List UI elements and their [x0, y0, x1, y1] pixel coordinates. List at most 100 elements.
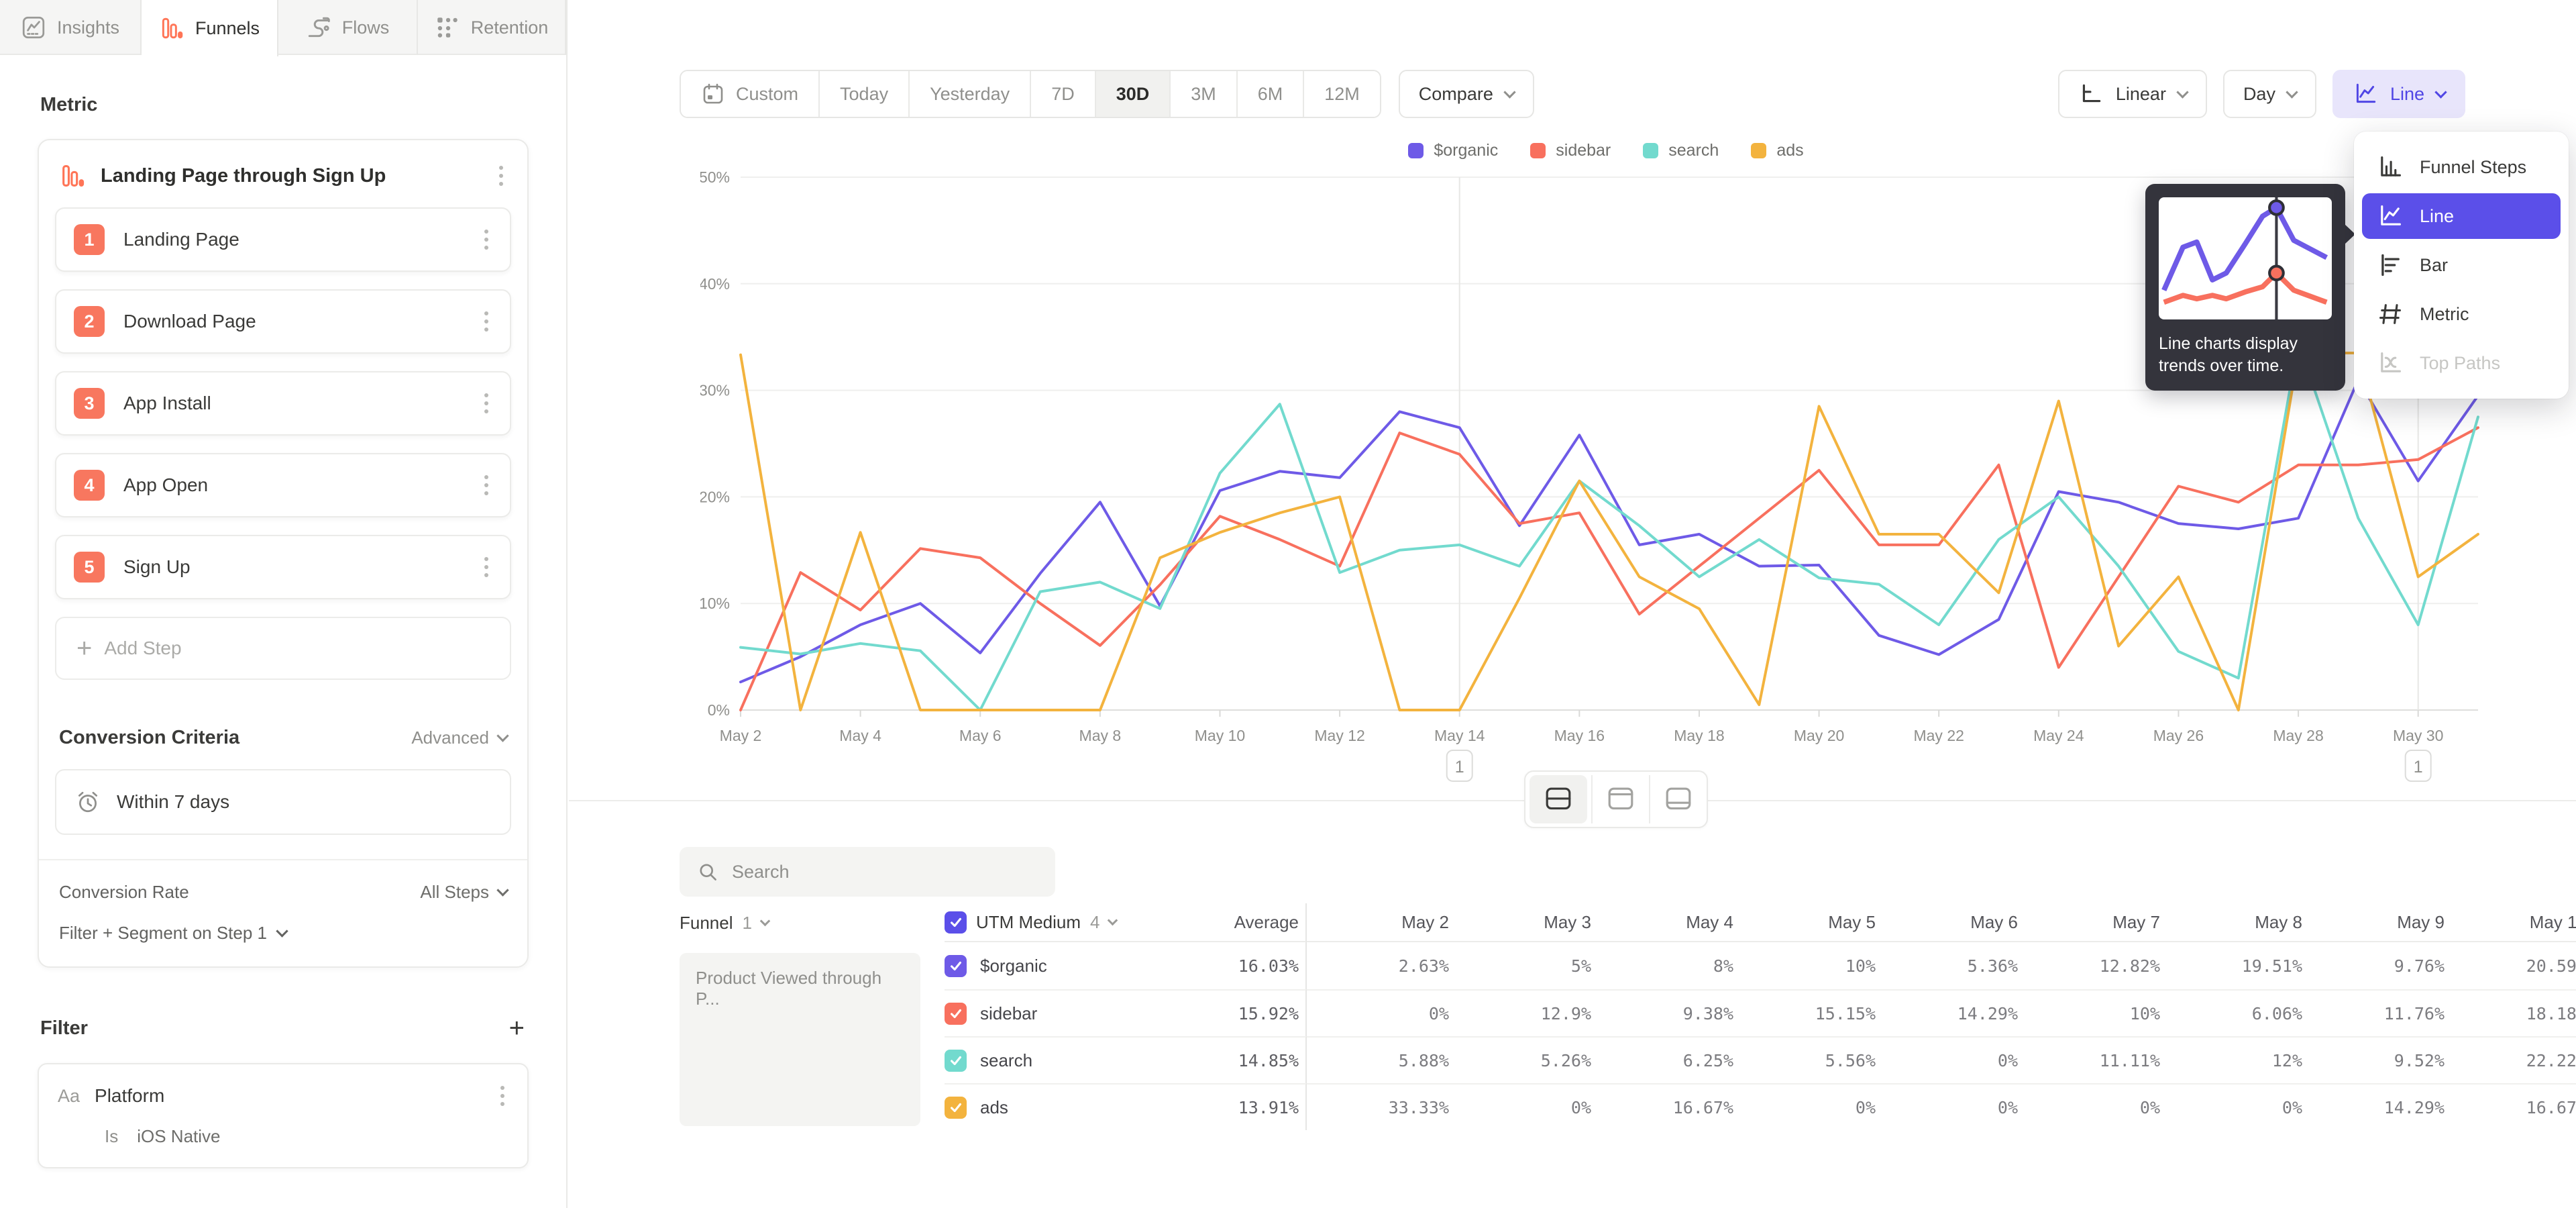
breakdown-table: Funnel1UTM Medium4AverageMay 2May 3May 4…: [680, 903, 2576, 1130]
string-property-icon: Aa: [58, 1086, 80, 1107]
range-yesterday[interactable]: Yesterday: [910, 71, 1031, 117]
annotation-badge[interactable]: 1: [2406, 750, 2431, 781]
metric-kebab-icon[interactable]: [495, 162, 507, 190]
legend-item-search[interactable]: search: [1643, 141, 1719, 160]
funnel-step-3[interactable]: 3 App Install: [55, 371, 511, 436]
series-checkbox[interactable]: [945, 1003, 967, 1025]
add-icon: +: [76, 635, 92, 662]
funnel-step-5[interactable]: 5 Sign Up: [55, 535, 511, 599]
step-kebab-icon[interactable]: [480, 389, 492, 417]
funnel-step-1[interactable]: 1 Landing Page: [55, 207, 511, 272]
tab-insights[interactable]: Insights: [0, 0, 142, 55]
cell-value: 14.29%: [2302, 1083, 2445, 1130]
legend-item-organic[interactable]: $organic: [1408, 141, 1498, 160]
cell-value: 12%: [2160, 1036, 2302, 1083]
x-axis-label: May 6: [959, 727, 1002, 744]
legend-swatch: [1408, 143, 1424, 158]
add-step-button[interactable]: + Add Step: [55, 617, 511, 680]
series-name: ads: [980, 1097, 1008, 1118]
tab-retention[interactable]: Retention: [418, 0, 566, 55]
legend-item-sidebar[interactable]: sidebar: [1530, 141, 1611, 160]
step-kebab-icon[interactable]: [480, 553, 492, 581]
chevron-down-icon: [2286, 86, 2298, 98]
funnel-steps-icon: [2377, 154, 2404, 181]
breakdown-column-header[interactable]: UTM Medium4: [945, 903, 1146, 942]
search-input[interactable]: [732, 862, 1038, 883]
filter-value[interactable]: iOS Native: [137, 1126, 220, 1147]
filter-kebab-icon[interactable]: [496, 1082, 508, 1110]
range-3m[interactable]: 3M: [1171, 71, 1238, 117]
series-checkbox[interactable]: [945, 1050, 967, 1072]
date-column-header: May 7: [2018, 903, 2160, 942]
series-checkbox[interactable]: [945, 1097, 967, 1119]
filter-segment-dropdown[interactable]: Filter + Segment on Step 1: [39, 909, 527, 966]
advanced-dropdown[interactable]: Advanced: [411, 727, 507, 748]
legend-swatch: [1751, 143, 1766, 158]
series-row-label-sidebar[interactable]: sidebar: [945, 989, 1146, 1036]
funnel-step-2[interactable]: 2 Download Page: [55, 289, 511, 354]
chevron-down-icon: [1108, 915, 1118, 925]
x-axis-label: May 30: [2393, 727, 2443, 744]
average-value: 16.03%: [1146, 942, 1307, 989]
preview-purple-line: [2164, 207, 2327, 290]
view-toggle-table-only[interactable]: [1649, 775, 1707, 823]
funnel-column-header[interactable]: Funnel1: [680, 903, 945, 942]
tab-funnels[interactable]: Funnels: [142, 0, 278, 56]
compare-button[interactable]: Compare: [1399, 70, 1534, 118]
annotation-badge[interactable]: 1: [1447, 750, 1472, 781]
cell-value: 11.11%: [2018, 1036, 2160, 1083]
series-row-label-organic[interactable]: $organic: [945, 942, 1146, 989]
step-label: Sign Up: [123, 556, 462, 578]
advanced-label: Advanced: [411, 727, 489, 748]
granularity-dropdown-button[interactable]: Day: [2223, 70, 2316, 118]
legend-label: $organic: [1434, 141, 1498, 160]
step-kebab-icon[interactable]: [480, 225, 492, 254]
step-number-badge: 4: [74, 470, 105, 501]
menu-item-funnel-steps[interactable]: Funnel Steps: [2362, 144, 2561, 190]
funnel-step-4[interactable]: 4 App Open: [55, 453, 511, 517]
cell-value: 9.38%: [1591, 989, 1733, 1036]
step-kebab-icon[interactable]: [480, 471, 492, 499]
conversion-rate-dropdown[interactable]: All Steps: [420, 882, 507, 903]
filter-heading: Filter: [40, 1017, 88, 1040]
range-7d[interactable]: 7D: [1031, 71, 1096, 117]
filter-operator[interactable]: Is: [105, 1126, 118, 1147]
view-toggle-split-view[interactable]: [1529, 775, 1587, 823]
tab-flows[interactable]: Flows: [278, 0, 418, 55]
series-row-label-ads[interactable]: ads: [945, 1083, 1146, 1130]
table-search: [680, 847, 1055, 897]
range-12m[interactable]: 12M: [1304, 71, 1380, 117]
range-label: Today: [840, 84, 888, 105]
step-number-badge: 2: [74, 306, 105, 337]
range-30d[interactable]: 30D: [1096, 71, 1171, 117]
cell-value: 0%: [2018, 1083, 2160, 1130]
y-axis-label: 20%: [700, 488, 730, 505]
range-custom[interactable]: Custom: [681, 71, 820, 117]
step-kebab-icon[interactable]: [480, 307, 492, 336]
menu-item-line[interactable]: Line: [2362, 193, 2561, 239]
cell-value: 19.51%: [2160, 942, 2302, 989]
funnel-name-cell[interactable]: Product Viewed through P...: [680, 953, 920, 1126]
chart-type-dropdown-button[interactable]: Line: [2332, 70, 2465, 118]
filter-property-name: Platform: [95, 1085, 482, 1107]
legend-label: ads: [1776, 141, 1803, 160]
series-row-label-search[interactable]: search: [945, 1036, 1146, 1083]
range-today[interactable]: Today: [820, 71, 910, 117]
retention-icon: [435, 15, 460, 40]
view-toggle-chart-only[interactable]: [1591, 775, 1649, 823]
range-6m[interactable]: 6M: [1238, 71, 1305, 117]
scale-dropdown-button[interactable]: Linear: [2058, 70, 2207, 118]
add-filter-button[interactable]: +: [509, 1015, 525, 1042]
menu-item-bar[interactable]: Bar: [2362, 242, 2561, 288]
step-label: Download Page: [123, 311, 462, 332]
step-label: Landing Page: [123, 229, 462, 250]
select-all-checkbox[interactable]: [945, 911, 967, 934]
scale-label: Linear: [2116, 84, 2166, 105]
legend-item-ads[interactable]: ads: [1751, 141, 1803, 160]
menu-item-metric[interactable]: Metric: [2362, 291, 2561, 337]
cell-value: 5.56%: [1733, 1036, 1876, 1083]
conversion-window-button[interactable]: Within 7 days: [55, 769, 511, 835]
step-number-badge: 1: [74, 224, 105, 255]
series-checkbox[interactable]: [945, 955, 967, 977]
filter-card[interactable]: Aa Platform Is iOS Native: [38, 1063, 529, 1168]
